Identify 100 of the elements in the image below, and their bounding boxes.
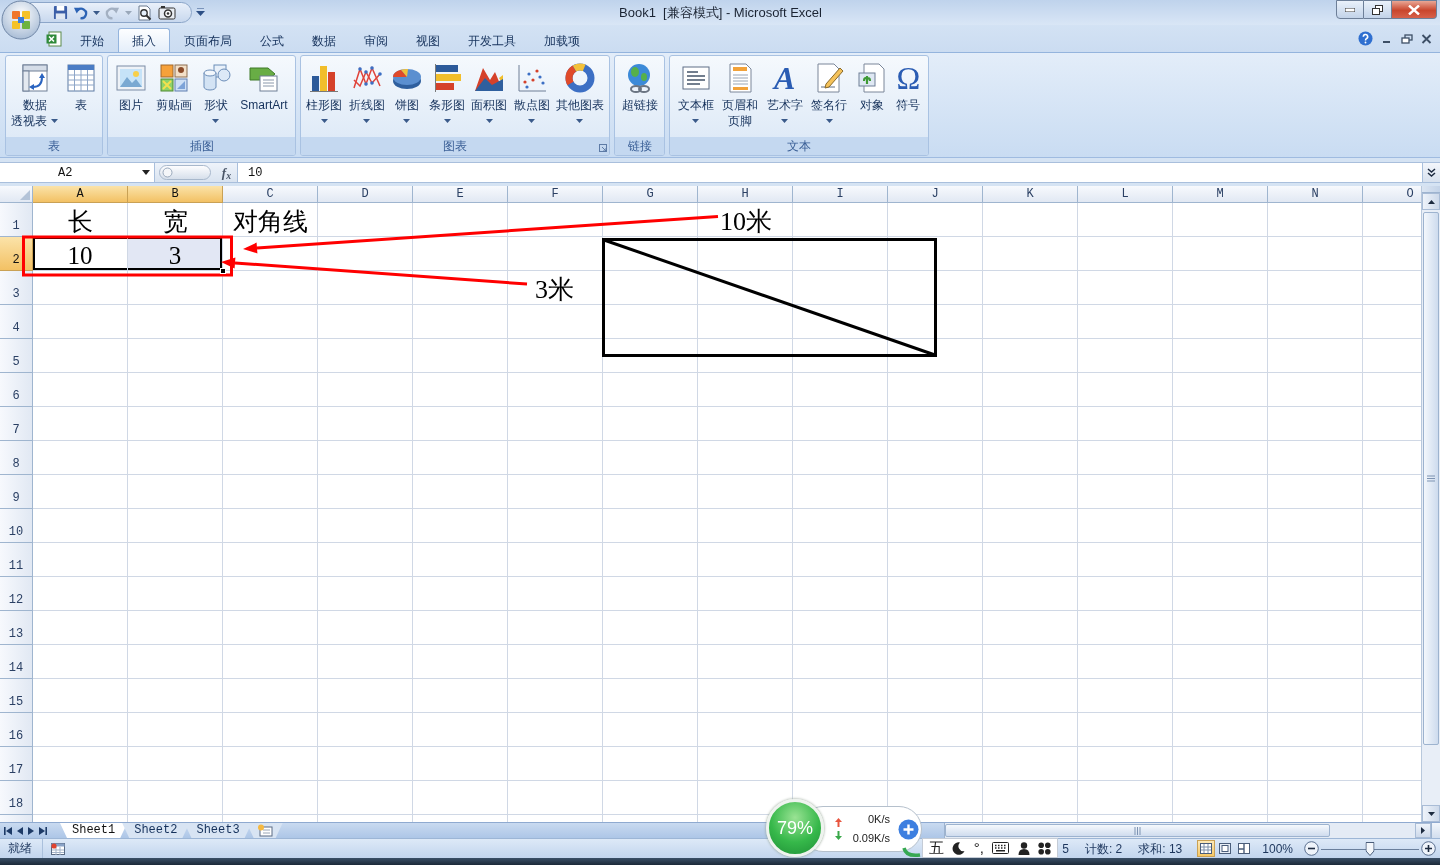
ribbon-button[interactable]: 数据 透视表 xyxy=(10,58,60,137)
camera-icon[interactable] xyxy=(158,5,176,20)
plus-icon[interactable] xyxy=(898,818,919,840)
scroll-down-button[interactable] xyxy=(1422,805,1440,822)
fill-handle[interactable] xyxy=(220,268,226,274)
slider-thumb[interactable] xyxy=(1365,841,1375,856)
column-header[interactable]: F xyxy=(508,186,603,203)
ribbon-button[interactable]: 面积图 xyxy=(470,58,509,137)
input-mode-text[interactable]: 五 xyxy=(929,839,944,857)
zoom-out-icon[interactable] xyxy=(1304,841,1319,856)
ribbon-button[interactable]: A 艺术字 xyxy=(765,58,804,137)
column-header[interactable]: O xyxy=(1363,186,1421,203)
spreadsheet-cell[interactable]: 10 xyxy=(33,237,128,271)
ribbon-button[interactable]: Ω 符号 xyxy=(895,58,922,137)
restore-icon[interactable] xyxy=(1401,33,1413,44)
grid-icon[interactable] xyxy=(1037,841,1051,855)
print-preview-icon[interactable] xyxy=(137,4,153,21)
row-header[interactable]: 12 xyxy=(0,577,33,611)
help-icon[interactable] xyxy=(1358,31,1373,46)
ribbon-tab[interactable]: 审阅 xyxy=(350,28,402,52)
scroll-thumb[interactable] xyxy=(1423,212,1439,745)
column-header[interactable]: A xyxy=(33,186,128,203)
ribbon-tab[interactable]: 页面布局 xyxy=(170,28,246,52)
column-header[interactable]: L xyxy=(1078,186,1173,203)
row-header[interactable]: 18 xyxy=(0,781,33,815)
row-header[interactable]: 13 xyxy=(0,611,33,645)
ribbon-button[interactable]: 表 xyxy=(63,58,98,137)
last-sheet-icon[interactable] xyxy=(39,826,47,835)
column-header[interactable]: C xyxy=(223,186,318,203)
ribbon-tab[interactable]: 开发工具 xyxy=(454,28,530,52)
column-header[interactable]: B xyxy=(128,186,223,203)
row-header[interactable]: 8 xyxy=(0,441,33,475)
ribbon-button[interactable]: 图片 xyxy=(114,58,149,137)
column-header[interactable]: E xyxy=(413,186,508,203)
row-header[interactable]: 9 xyxy=(0,475,33,509)
column-header[interactable]: N xyxy=(1268,186,1363,203)
punctuation-mode-text[interactable]: °, xyxy=(973,839,984,857)
column-header[interactable]: H xyxy=(698,186,793,203)
person-icon[interactable] xyxy=(1017,841,1030,855)
row-header[interactable]: 4 xyxy=(0,305,33,339)
save-icon[interactable] xyxy=(53,5,68,20)
caret-icon[interactable] xyxy=(196,8,205,16)
vertical-scrollbar[interactable] xyxy=(1421,186,1440,822)
resize-handle[interactable] xyxy=(159,165,211,180)
next-sheet-icon[interactable] xyxy=(28,826,34,835)
ribbon-button[interactable]: 对象 xyxy=(854,58,889,137)
scroll-right-button[interactable] xyxy=(1415,823,1431,838)
ribbon-button[interactable]: 条形图 xyxy=(428,58,466,137)
row-header[interactable]: 15 xyxy=(0,679,33,713)
row-header[interactable]: 14 xyxy=(0,645,33,679)
keyboard-icon[interactable] xyxy=(992,842,1010,854)
office-button[interactable] xyxy=(1,0,41,40)
ribbon-button[interactable]: 其他图表 xyxy=(554,58,605,137)
ribbon-button[interactable]: 剪贴画 xyxy=(154,58,193,137)
ribbon-button[interactable]: SmartArt xyxy=(239,58,289,137)
undo-icon[interactable] xyxy=(73,5,88,20)
caret-icon[interactable] xyxy=(142,170,150,175)
moon-icon[interactable] xyxy=(952,841,966,855)
row-header[interactable]: 3 xyxy=(0,271,33,305)
column-header[interactable]: J xyxy=(888,186,983,203)
ribbon-tab[interactable]: 插入 xyxy=(118,28,170,52)
ribbon-button[interactable]: 文本框 xyxy=(676,58,715,137)
horizontal-scrollbar[interactable] xyxy=(944,823,1440,838)
row-header[interactable]: 5 xyxy=(0,339,33,373)
ribbon-tab[interactable]: 数据 xyxy=(298,28,350,52)
expand-formula-button[interactable] xyxy=(1422,163,1440,182)
previous-sheet-icon[interactable] xyxy=(17,826,23,835)
dialog-launcher-icon[interactable] xyxy=(599,144,607,152)
ribbon-tab[interactable]: 加载项 xyxy=(530,28,594,52)
column-header[interactable]: D xyxy=(318,186,413,203)
ribbon-button[interactable]: 超链接 xyxy=(620,58,659,137)
insert-function-button[interactable]: f$_{x}$ xyxy=(219,162,233,183)
row-header[interactable]: 10 xyxy=(0,509,33,543)
restore-button[interactable] xyxy=(1364,0,1392,19)
ribbon-tab[interactable]: 开始 xyxy=(66,28,118,52)
ribbon-tab[interactable]: 视图 xyxy=(402,28,454,52)
ribbon-button[interactable]: 柱形图 xyxy=(305,58,344,137)
first-sheet-icon[interactable] xyxy=(4,826,12,835)
ribbon-button[interactable]: 散点图 xyxy=(512,58,551,137)
close-icon[interactable] xyxy=(1421,33,1432,44)
row-header[interactable]: 16 xyxy=(0,713,33,747)
zoom-in-icon[interactable] xyxy=(1421,841,1436,856)
scroll-thumb[interactable] xyxy=(945,824,1330,837)
row-header[interactable]: 6 xyxy=(0,373,33,407)
close-button[interactable] xyxy=(1392,0,1437,19)
column-header[interactable]: I xyxy=(793,186,888,203)
row-header[interactable]: 17 xyxy=(0,747,33,781)
row-header[interactable]: 7 xyxy=(0,407,33,441)
ribbon-button[interactable]: 页眉和 页脚 xyxy=(721,58,760,137)
column-header[interactable]: K xyxy=(983,186,1078,203)
row-header[interactable]: 1 xyxy=(0,203,33,237)
column-header[interactable]: G xyxy=(603,186,698,203)
scroll-up-button[interactable] xyxy=(1422,193,1440,210)
spreadsheet-cell[interactable]: 3 xyxy=(128,237,223,271)
minimize-button[interactable] xyxy=(1336,0,1364,19)
view-button[interactable] xyxy=(1197,840,1216,857)
ribbon-button[interactable]: 饼图 xyxy=(389,58,424,137)
spreadsheet-icon[interactable] xyxy=(51,842,65,855)
row-header[interactable]: 11 xyxy=(0,543,33,577)
spreadsheet-icon[interactable] xyxy=(46,30,62,47)
